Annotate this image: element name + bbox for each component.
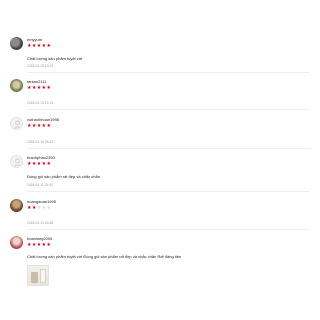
avatar-placeholder[interactable] xyxy=(10,117,23,130)
review-date: 2018-04-13 12:14 xyxy=(27,101,54,105)
photo-content xyxy=(31,272,38,283)
star-filled-icon: ★ xyxy=(31,205,37,211)
review-comment: Đóng gói sản phẩm rất đẹp và chắc chắn xyxy=(27,174,100,179)
star-empty-icon: ★ xyxy=(46,205,51,211)
review-username[interactable]: vuthanhhuan1998 xyxy=(27,117,59,122)
rating-stars: ★ ★ ★ ★ ★ xyxy=(27,44,51,49)
star-filled-icon: ★ xyxy=(27,161,32,167)
review-date: 2018-04-18 13:23 xyxy=(27,64,54,68)
user-silhouette-icon xyxy=(13,158,22,167)
review-divider xyxy=(27,109,310,110)
review-username[interactable]: hoanlong2005 xyxy=(27,236,52,241)
photo-content xyxy=(40,269,46,283)
star-filled-icon: ★ xyxy=(36,123,42,129)
review-username[interactable]: emyyum xyxy=(27,37,51,42)
star-filled-icon: ★ xyxy=(41,85,47,91)
star-filled-icon: ★ xyxy=(41,123,47,129)
review-meta: hoangdoan1995 ★ ★ ★ ★ ★ xyxy=(27,199,56,211)
avatar-placeholder[interactable] xyxy=(10,155,23,168)
review-date: 2018-04-10 16:38 xyxy=(27,221,54,225)
review-meta: tantan2111 ★ ★ ★ ★ ★ xyxy=(27,79,51,91)
star-empty-icon: ★ xyxy=(36,205,42,211)
star-filled-icon: ★ xyxy=(27,242,32,248)
star-filled-icon: ★ xyxy=(31,43,37,49)
review-meta: hoanlong2005 ★ ★ ★ ★ ★ xyxy=(27,236,52,248)
star-filled-icon: ★ xyxy=(27,123,32,129)
star-filled-icon: ★ xyxy=(27,205,32,211)
rating-stars: ★ ★ ★ ★ ★ xyxy=(27,206,56,211)
star-filled-icon: ★ xyxy=(27,43,32,49)
star-filled-icon: ★ xyxy=(36,85,42,91)
star-filled-icon: ★ xyxy=(31,85,37,91)
review-username[interactable]: tantan2111 xyxy=(27,79,51,84)
review-date: 2018-04-15 08:33 xyxy=(27,140,54,144)
review-meta: thanhphan2390 ★ ★ ★ ★ ★ xyxy=(27,155,55,167)
review-divider xyxy=(27,72,310,73)
star-filled-icon: ★ xyxy=(46,43,51,49)
avatar[interactable] xyxy=(10,37,23,50)
star-filled-icon: ★ xyxy=(31,161,37,167)
review-divider xyxy=(27,148,310,149)
star-filled-icon: ★ xyxy=(46,161,51,167)
star-filled-icon: ★ xyxy=(31,242,37,248)
avatar[interactable] xyxy=(10,236,23,249)
review-divider xyxy=(27,191,310,192)
star-filled-icon: ★ xyxy=(46,242,51,248)
review-comment: Chất lượng sản phẩm tuyệt vời Đóng gói s… xyxy=(27,254,182,259)
rating-stars: ★ ★ ★ ★ ★ xyxy=(27,162,55,167)
product-ratings-list: emyyum ★ ★ ★ ★ ★ Chất lượng sản phẩm tuyệt v… xyxy=(0,0,320,320)
rating-stars: ★ ★ ★ ★ ★ xyxy=(27,124,59,129)
star-filled-icon: ★ xyxy=(46,123,51,129)
star-filled-icon: ★ xyxy=(36,242,42,248)
avatar[interactable] xyxy=(10,79,23,92)
review-username[interactable]: hoangdoan1995 xyxy=(27,199,56,204)
star-filled-icon: ★ xyxy=(46,85,51,91)
review-divider xyxy=(27,229,310,230)
rating-stars: ★ ★ ★ ★ ★ xyxy=(27,86,51,91)
rating-stars: ★ ★ ★ ★ ★ xyxy=(27,243,52,248)
avatar[interactable] xyxy=(10,199,23,212)
star-filled-icon: ★ xyxy=(36,43,42,49)
star-filled-icon: ★ xyxy=(27,85,32,91)
review-meta: emyyum ★ ★ ★ ★ ★ xyxy=(27,37,51,49)
review-photo-thumbnail[interactable] xyxy=(27,265,49,286)
star-filled-icon: ★ xyxy=(41,242,47,248)
review-date: 2018-04-11 15:43 xyxy=(27,183,53,187)
star-filled-icon: ★ xyxy=(41,161,47,167)
star-filled-icon: ★ xyxy=(31,123,37,129)
review-comment: Chất lượng sản phẩm tuyệt vời xyxy=(27,56,83,61)
user-silhouette-icon xyxy=(13,120,22,129)
review-meta: vuthanhhuan1998 ★ ★ ★ ★ ★ xyxy=(27,117,59,129)
star-empty-icon: ★ xyxy=(41,205,47,211)
review-username[interactable]: thanhphan2390 xyxy=(27,155,55,160)
star-filled-icon: ★ xyxy=(41,43,47,49)
star-filled-icon: ★ xyxy=(36,161,42,167)
